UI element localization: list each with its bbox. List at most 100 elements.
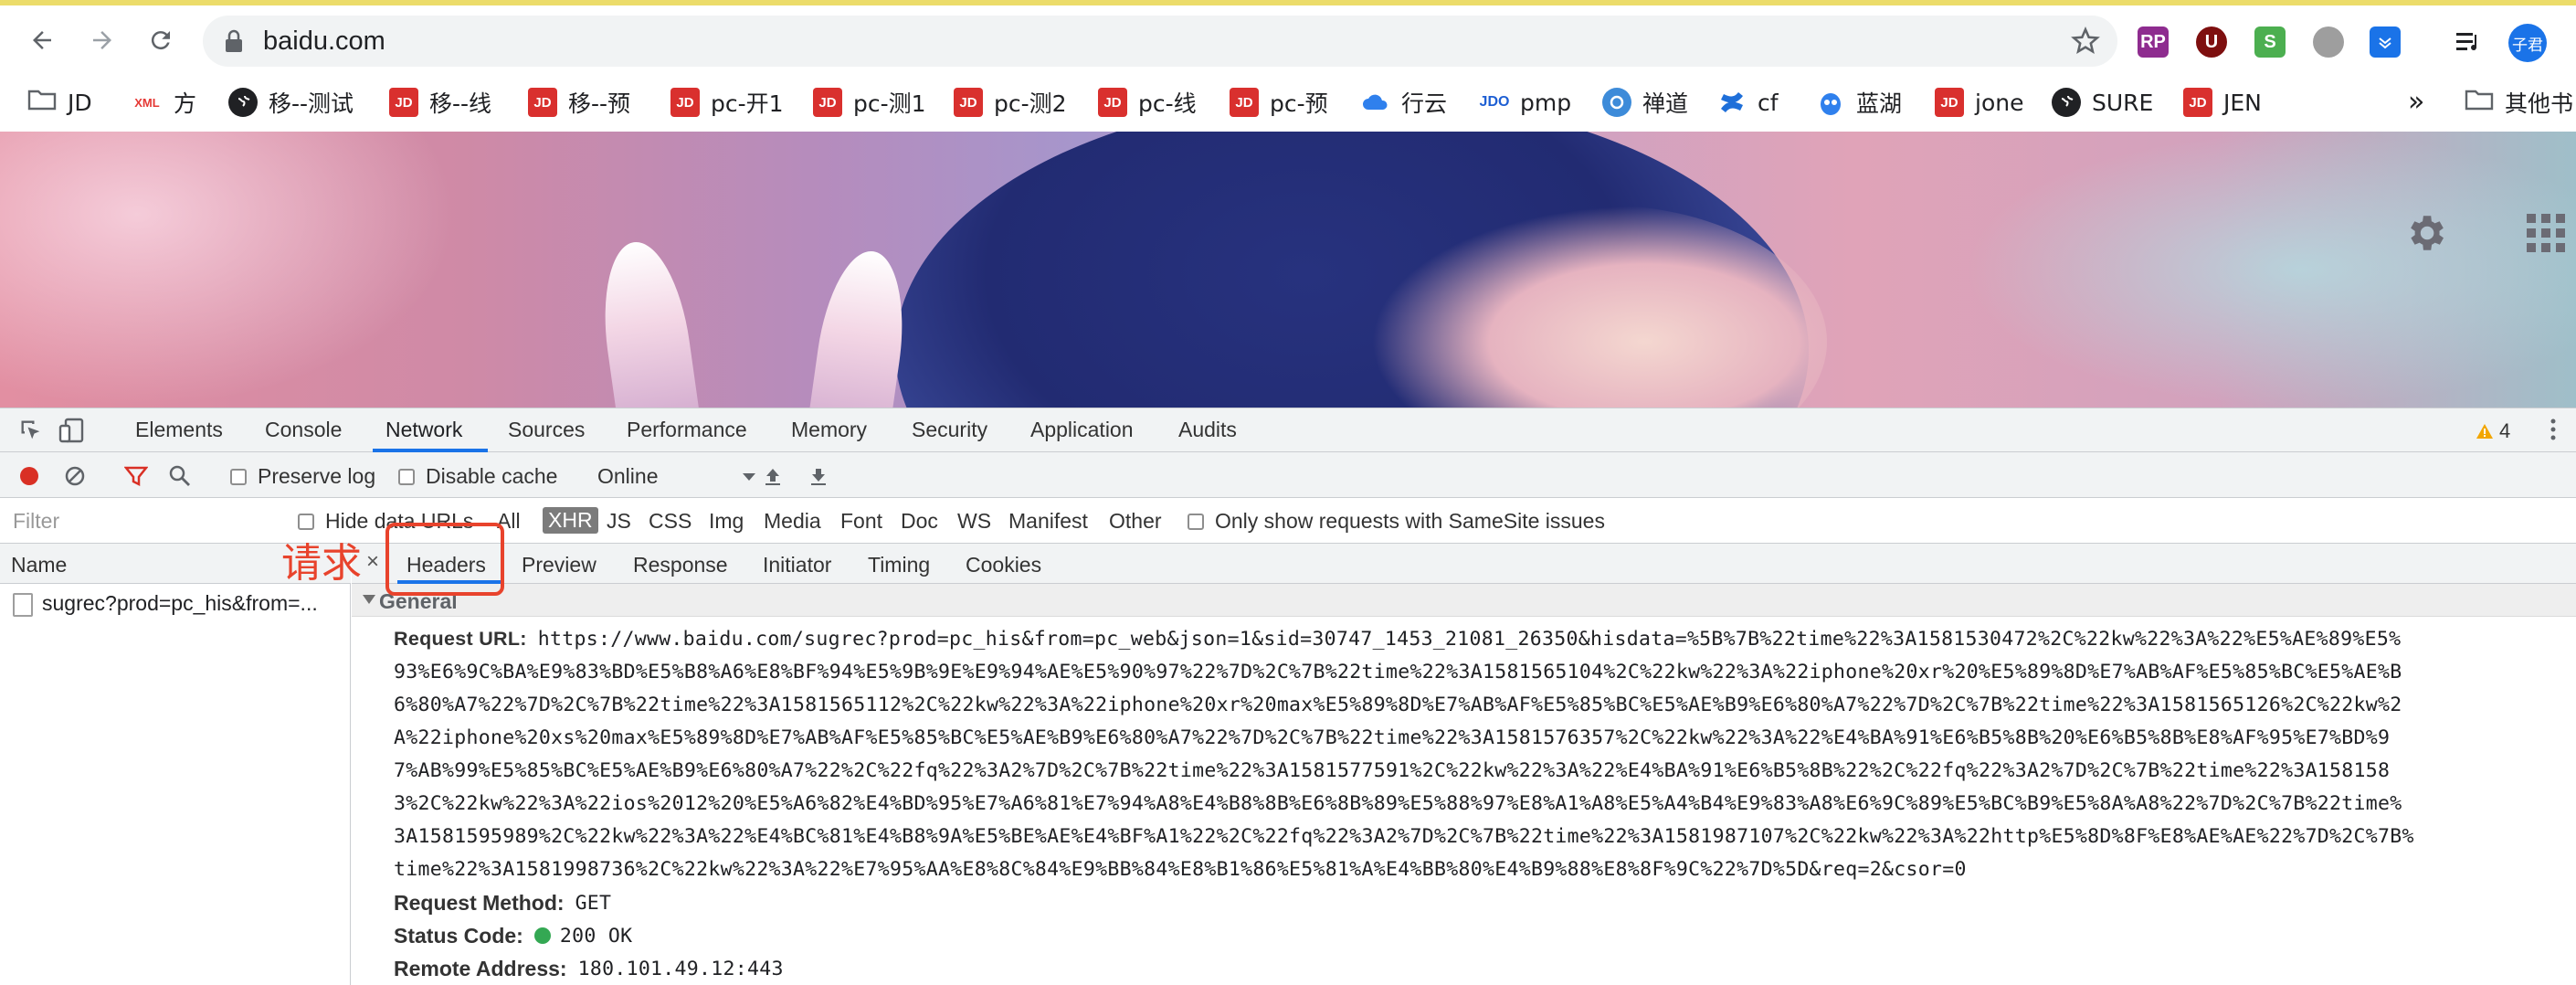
bookmark-item[interactable]: JD JEN [2183, 84, 2262, 121]
request-url-block: Request URL: https://www.baidu.com/sugrec… [394, 622, 2576, 656]
type-filter-font[interactable]: Font [840, 509, 882, 534]
reload-icon [151, 31, 170, 50]
back-button[interactable] [20, 18, 64, 62]
request-method-row: Request Method: GET [394, 886, 2576, 919]
settings-gear-icon[interactable] [2402, 210, 2448, 260]
tab-security[interactable]: Security [912, 418, 987, 442]
rp-extension-icon[interactable]: RP [2138, 26, 2169, 58]
tab-response[interactable]: Response [633, 553, 728, 577]
bookmark-item[interactable]: 蓝湖 [1816, 84, 1902, 121]
preserve-log-checkbox[interactable]: Preserve log [230, 464, 375, 489]
save-extension-icon[interactable] [2370, 26, 2401, 58]
bookmark-label: pc-测1 [853, 90, 926, 117]
bookmarks-overflow-button[interactable]: » [2408, 86, 2424, 118]
tab-memory[interactable]: Memory [791, 418, 867, 442]
type-filter-media[interactable]: Media [764, 509, 821, 534]
filter-icon[interactable] [123, 465, 149, 492]
request-url-value: A%22iphone%20xs%20max%E5%89%8D%E7%AB%AF%… [394, 726, 2391, 749]
ublock-extension-icon[interactable]: U [2196, 26, 2227, 58]
tab-console[interactable]: Console [265, 418, 342, 442]
forward-button[interactable] [80, 18, 124, 62]
media-queue-icon[interactable] [2454, 26, 2485, 58]
bookmark-item[interactable]: JD pc-测1 [813, 84, 926, 121]
bookmark-item[interactable]: JD 移--预 [528, 84, 630, 121]
globe-icon [2052, 88, 2081, 117]
baidu-page-hero [0, 132, 2576, 408]
checkbox[interactable] [298, 513, 314, 530]
type-filter-other[interactable]: Other [1109, 509, 1162, 534]
jd-icon: JD [813, 88, 842, 117]
preserve-log-label: Preserve log [258, 464, 376, 488]
tab-audits[interactable]: Audits [1178, 418, 1237, 442]
import-har-icon[interactable] [762, 465, 784, 492]
bookmark-item[interactable]: JD pc-测2 [954, 84, 1067, 121]
type-filter-img[interactable]: Img [709, 509, 744, 534]
close-icon[interactable]: × [366, 549, 379, 575]
type-filter-js[interactable]: JS [607, 509, 631, 534]
checkbox[interactable] [398, 468, 415, 485]
type-filter-ws[interactable]: WS [957, 509, 991, 534]
hero-decoration [0, 132, 457, 408]
tab-initiator[interactable]: Initiator [763, 553, 831, 577]
kebab-menu-icon[interactable] [2549, 416, 2558, 448]
tab-performance[interactable]: Performance [627, 418, 747, 442]
bookmark-item[interactable]: cf [1717, 84, 1779, 121]
filter-input[interactable] [4, 505, 276, 536]
tab-network[interactable]: Network [385, 418, 462, 442]
bookmark-item[interactable]: 行云 [1361, 84, 1447, 121]
tab-sources[interactable]: Sources [508, 418, 585, 442]
disable-cache-checkbox[interactable]: Disable cache [398, 464, 557, 489]
bookmark-item[interactable]: XML 方 [132, 84, 196, 121]
tab-cookies[interactable]: Cookies [966, 553, 1041, 577]
bookmark-item[interactable]: JD jone [1935, 84, 2023, 121]
warnings-counter[interactable]: 4 [2476, 419, 2510, 443]
bookmark-item[interactable]: 禅道 [1602, 84, 1688, 121]
request-url-label: Request URL: [394, 628, 527, 650]
inspect-element-icon[interactable] [18, 418, 44, 448]
type-filter-xhr[interactable]: XHR [543, 507, 598, 534]
arrow-left-icon [33, 31, 51, 49]
bookmark-item[interactable]: JD pc-开1 [670, 84, 784, 121]
tab-elements[interactable]: Elements [135, 418, 223, 442]
profile-avatar[interactable]: 子君 [2508, 24, 2547, 62]
request-url-value: https://www.baidu.com/sugrec?prod=pc_his… [537, 628, 2402, 651]
other-bookmarks-folder[interactable]: 其他书 [2465, 84, 2573, 121]
bookmark-item[interactable]: JD pc-线 [1098, 84, 1197, 121]
tab-application[interactable]: Application [1030, 418, 1134, 442]
type-filter-css[interactable]: CSS [649, 509, 692, 534]
clear-icon[interactable] [64, 465, 86, 492]
device-toolbar-icon[interactable] [58, 418, 86, 448]
type-filter-doc[interactable]: Doc [901, 509, 938, 534]
record-icon[interactable] [18, 465, 40, 492]
apps-grid-icon[interactable] [2527, 214, 2576, 259]
type-filter-manifest[interactable]: Manifest [1008, 509, 1088, 534]
request-method-label: Request Method: [394, 890, 565, 915]
annotation-label: 请求 [281, 540, 362, 587]
bookmark-star-icon[interactable] [2070, 26, 2101, 61]
throttling-select[interactable]: Online [597, 464, 756, 489]
checkbox[interactable] [1188, 513, 1204, 530]
samesite-checkbox[interactable]: Only show requests with SameSite issues [1188, 509, 1605, 534]
general-section-header[interactable]: General [352, 584, 2576, 617]
bookmark-item[interactable]: JD 移--线 [389, 84, 491, 121]
tab-preview[interactable]: Preview [522, 553, 596, 577]
table-row[interactable]: sugrec?prod=pc_his&from=... [0, 584, 351, 620]
address-bar[interactable]: baidu.com [203, 16, 2117, 67]
bookmark-jd-folder[interactable]: JD [27, 84, 92, 121]
bookmark-item[interactable]: JD pc-预 [1230, 84, 1328, 121]
bookmark-item[interactable]: 移--测试 [228, 84, 354, 121]
jd-icon: JD [389, 88, 418, 117]
search-icon[interactable] [168, 464, 192, 492]
s-extension-icon[interactable]: S [2254, 26, 2286, 58]
bookmark-item[interactable]: JDO pmp [1480, 84, 1572, 121]
bookmark-label: 移--线 [429, 90, 492, 117]
export-har-icon[interactable] [808, 465, 829, 492]
checkbox[interactable] [230, 468, 247, 485]
ublock-extension-label: U [2204, 31, 2219, 52]
tab-timing[interactable]: Timing [868, 553, 930, 577]
bookmark-item[interactable]: SURE [2052, 84, 2153, 121]
reload-button[interactable] [139, 18, 183, 62]
circle-extension-icon[interactable] [2313, 26, 2344, 58]
browser-toolbar: baidu.com RP U S 子君 [0, 5, 2576, 73]
warnings-count: 4 [2499, 419, 2511, 442]
